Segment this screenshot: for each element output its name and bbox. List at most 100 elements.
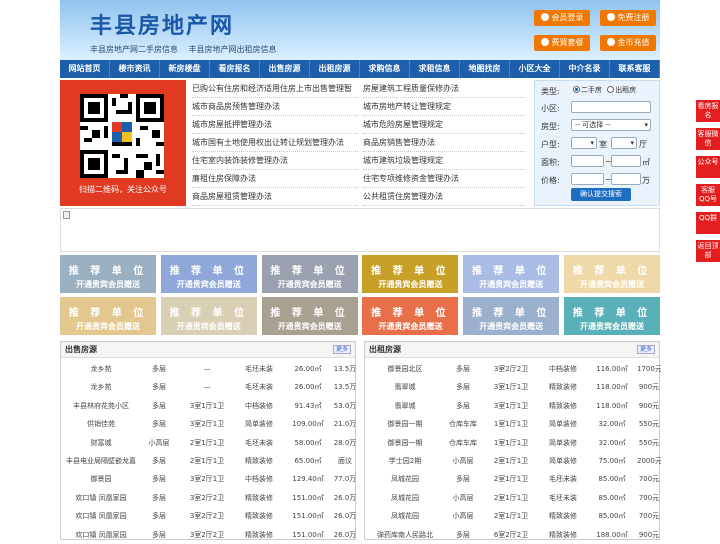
nav-item[interactable]: 求购信息 bbox=[360, 60, 410, 78]
nav-item[interactable]: 网站首页 bbox=[60, 60, 110, 78]
table-row[interactable]: 御景园 多层 3室2厅1卫 中档装修 129.40㎡ 77.0万 bbox=[61, 470, 357, 488]
community-cell[interactable]: 凤城花园 bbox=[367, 470, 443, 488]
subtitle-item[interactable]: 丰县房地产网出租房信息 bbox=[189, 45, 277, 54]
nav-item[interactable]: 地图找房 bbox=[460, 60, 510, 78]
table-row[interactable]: 欢口镇 凤凰家园 多层 3室2厅2卫 精致装修 151.00㎡ 26.0万 bbox=[61, 489, 356, 507]
nav-item[interactable]: 小区大全 bbox=[510, 60, 560, 78]
sale-more-button[interactable]: 更多 bbox=[333, 345, 351, 354]
community-cell[interactable]: 丰县电业局隔壁嵌龙嘉 bbox=[63, 452, 139, 470]
community-cell[interactable]: 丰县林府花苑小区 bbox=[63, 397, 139, 415]
promo-tile[interactable]: 推 荐 单 位开通贵宾会员赠送 bbox=[261, 255, 358, 293]
promo-tile[interactable]: 推 荐 单 位开通贵宾会员赠送 bbox=[160, 255, 257, 293]
notice-link[interactable]: 公共租赁住房管理办法 bbox=[363, 188, 525, 206]
notice-link[interactable]: 廉租住房保障办法 bbox=[192, 170, 358, 188]
table-row[interactable]: 欢口镇 凤凰家园 多层 3室2厅2卫 精致装修 151.00㎡ 26.0万 bbox=[61, 526, 356, 544]
radio-ershou[interactable] bbox=[573, 86, 580, 93]
rent-more-button[interactable]: 更多 bbox=[637, 345, 655, 354]
community-cell[interactable]: 翡翠城 bbox=[367, 378, 443, 396]
search-submit-button[interactable]: 确认提交搜索 bbox=[571, 188, 631, 201]
house-type-select[interactable]: -- 可选择 -- bbox=[571, 119, 651, 131]
banner-ad[interactable] bbox=[60, 208, 660, 252]
room-select[interactable] bbox=[571, 137, 597, 149]
table-row[interactable]: 龙乡苑 多层 — 毛坯未装 26.00㎡ 13.5万 bbox=[61, 360, 357, 378]
table-row[interactable]: 丰县林府花苑小区 多层 3室1厅1卫 中档装修 91.43㎡ 53.0万 bbox=[61, 397, 356, 415]
table-row[interactable]: 御景园北区 多层 3室2厅2卫 中档装修 116.00㎡ 1700元 bbox=[365, 360, 662, 378]
table-row[interactable]: 凤城花园 小高层 2室1厅1卫 毛坯未装 85.00㎡ 700元 bbox=[365, 489, 659, 507]
notice-link[interactable]: 住宅专项维修资金管理办法 bbox=[363, 170, 525, 188]
community-cell[interactable]: 龙乡苑 bbox=[63, 378, 139, 396]
promo-tile[interactable]: 推 荐 单 位开通贵宾会员赠送 bbox=[564, 255, 660, 293]
table-row[interactable]: 财富城 小高层 2室1厅1卫 毛坯未装 58.00㎡ 28.0万 bbox=[61, 434, 357, 452]
notice-link[interactable]: 商品房销售管理办法 bbox=[363, 134, 525, 152]
nav-item[interactable]: 新房楼盘 bbox=[160, 60, 210, 78]
area-min-input[interactable] bbox=[571, 155, 604, 167]
recharge-button[interactable]: 金币充值 bbox=[600, 35, 656, 51]
community-cell[interactable]: 欢口镇 凤凰家园 bbox=[63, 526, 139, 544]
notice-link[interactable]: 已购公有住房和经济适用住房上市出售管理暂 bbox=[192, 80, 358, 98]
community-cell[interactable]: 御景园 bbox=[63, 470, 139, 488]
notice-link[interactable]: 城市危险房屋管理规定 bbox=[363, 116, 525, 134]
table-row[interactable]: 供销佳苑 多层 3室2厅1卫 简单装修 109.00㎡ 21.0万 bbox=[61, 415, 356, 433]
promo-tile[interactable]: 推 荐 单 位开通贵宾会员赠送 bbox=[463, 255, 560, 293]
sidebar-item[interactable]: 公众号 bbox=[696, 156, 720, 178]
promo-tile[interactable]: 推 荐 单 位开通贵宾会员赠送 bbox=[160, 297, 257, 335]
sidebar-item[interactable]: 返回顶部 bbox=[696, 240, 720, 262]
nav-item[interactable]: 联系客服 bbox=[610, 60, 660, 78]
price-min-input[interactable] bbox=[571, 173, 604, 185]
promo-tile[interactable]: 推 荐 单 位开通贵宾会员赠送 bbox=[463, 297, 560, 335]
nav-item[interactable]: 求租信息 bbox=[410, 60, 460, 78]
register-button[interactable]: 免费注册 bbox=[600, 10, 656, 26]
nav-item[interactable]: 出租房源 bbox=[310, 60, 360, 78]
community-cell[interactable]: 欢口镇 凤凰家园 bbox=[63, 507, 139, 525]
subtitle-item[interactable]: 丰县房地产网二手房信息 bbox=[90, 45, 178, 54]
community-cell[interactable]: 御景园北区 bbox=[367, 360, 443, 378]
promo-tile[interactable]: 推 荐 单 位开通贵宾会员赠送 bbox=[261, 297, 358, 335]
community-cell[interactable]: 弹药库南人民路北 bbox=[367, 526, 443, 544]
community-cell[interactable]: 凤城花园 bbox=[367, 507, 443, 525]
sidebar-item[interactable]: 看房报名 bbox=[696, 100, 720, 122]
community-cell[interactable]: 御景园一期 bbox=[367, 434, 443, 452]
sidebar-item[interactable]: QQ群 bbox=[696, 212, 720, 234]
table-row[interactable]: 凤城花园 多层 2室1厅1卫 毛坯未装 85.00㎡ 700元 bbox=[365, 470, 659, 488]
promo-tile[interactable]: 推 荐 单 位开通贵宾会员赠送 bbox=[60, 255, 156, 293]
promo-tile[interactable]: 推 荐 单 位开通贵宾会员赠送 bbox=[60, 297, 156, 335]
notice-link[interactable]: 城市建筑垃圾管理规定 bbox=[363, 152, 525, 170]
notice-link[interactable]: 住宅室内装饰装修管理办法 bbox=[192, 152, 358, 170]
package-button[interactable]: 费買套餐 bbox=[534, 35, 590, 51]
nav-item[interactable]: 出售房源 bbox=[260, 60, 310, 78]
community-input[interactable] bbox=[571, 101, 651, 113]
table-row[interactable]: 御景园一期 仓库车库 1室1厅1卫 简单装修 32.00㎡ 550元 bbox=[365, 415, 660, 433]
community-cell[interactable]: 供销佳苑 bbox=[63, 415, 139, 433]
area-max-input[interactable] bbox=[611, 155, 641, 167]
notice-link[interactable]: 商品房屋租赁管理办法 bbox=[192, 188, 358, 206]
hall-select[interactable] bbox=[611, 137, 637, 149]
table-row[interactable]: 凤城花园 小高层 2室1厅1卫 精致装修 85.00㎡ 700元 bbox=[365, 507, 659, 525]
table-row[interactable]: 龙乡苑 多层 — 毛坯未装 26.00㎡ 13.5万 bbox=[61, 378, 357, 396]
nav-item[interactable]: 楼市资讯 bbox=[110, 60, 160, 78]
nav-item[interactable]: 看房报名 bbox=[210, 60, 260, 78]
nav-item[interactable]: 中介名录 bbox=[560, 60, 610, 78]
promo-tile[interactable]: 推 荐 单 位开通贵宾会员赠送 bbox=[362, 255, 459, 293]
table-row[interactable]: 丰县电业局隔壁嵌龙嘉 多层 2室1厅1卫 精致装修 65.00㎡ 面议 bbox=[61, 452, 355, 470]
table-row[interactable]: 欢口镇 凤凰家园 多层 3室2厅2卫 精致装修 151.00㎡ 26.0万 bbox=[61, 507, 356, 525]
promo-tile[interactable]: 推 荐 单 位开通贵宾会员赠送 bbox=[362, 297, 459, 335]
table-row[interactable]: 御景园一期 仓库车库 1室1厅1卫 简单装修 32.00㎡ 550元 bbox=[365, 434, 660, 452]
community-cell[interactable]: 学士园2期 bbox=[367, 452, 443, 470]
table-row[interactable]: 翡翠城 多层 3室1厅1卫 精致装修 118.00㎡ 900元 bbox=[365, 397, 660, 415]
notice-link[interactable]: 城市房地产转让管理规定 bbox=[363, 98, 525, 116]
notice-link[interactable]: 城市房屋抵押管理办法 bbox=[192, 116, 358, 134]
community-cell[interactable]: 欢口镇 凤凰家园 bbox=[63, 489, 139, 507]
community-cell[interactable]: 财富城 bbox=[63, 434, 139, 452]
community-cell[interactable]: 龙乡苑 bbox=[63, 360, 139, 378]
sidebar-item[interactable]: 客服QQ号 bbox=[696, 184, 720, 206]
notice-link[interactable]: 房屋建筑工程质量保修办法 bbox=[363, 80, 525, 98]
notice-link[interactable]: 城市国有土地使用权出让转让规划管理办法 bbox=[192, 134, 358, 152]
table-row[interactable]: 弹药库南人民路北 多层 6室2厅2卫 精致装修 188.00㎡ 900元 bbox=[365, 526, 659, 544]
radio-chuzu[interactable] bbox=[607, 86, 615, 93]
site-title[interactable]: 丰县房地产网 bbox=[90, 8, 234, 40]
price-max-input[interactable] bbox=[611, 173, 641, 185]
community-cell[interactable]: 翡翠城 bbox=[367, 397, 443, 415]
sidebar-item[interactable]: 客服微信 bbox=[696, 128, 720, 150]
notice-link[interactable]: 城市商品房预售管理办法 bbox=[192, 98, 358, 116]
promo-tile[interactable]: 推 荐 单 位开通贵宾会员赠送 bbox=[564, 297, 660, 335]
